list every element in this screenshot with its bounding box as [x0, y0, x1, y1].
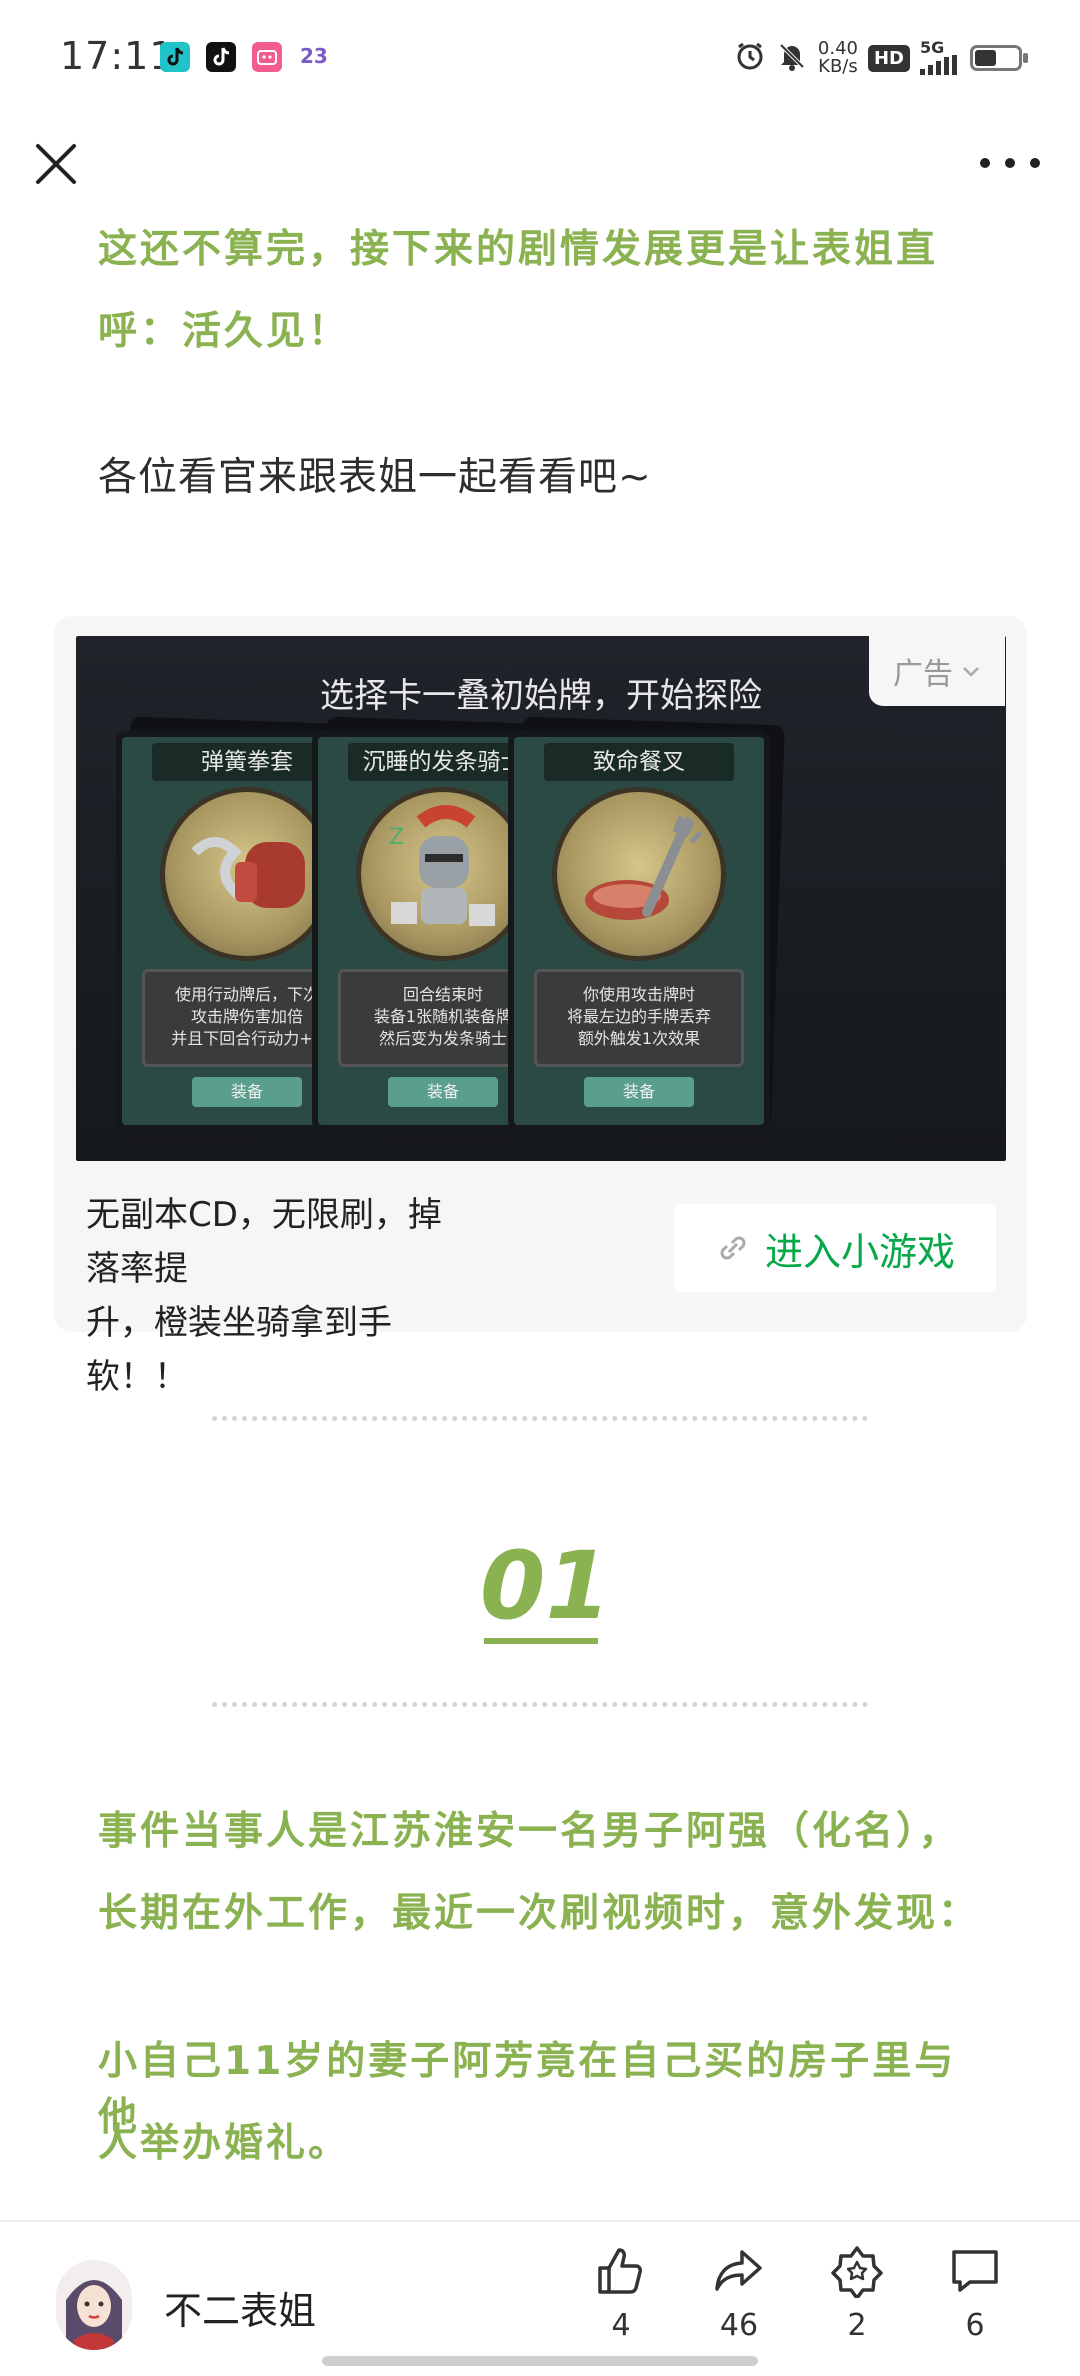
- ad-headline: 选择卡一叠初始牌，开始探险: [320, 676, 762, 716]
- intro-green-line-2: 呼：活久见！: [98, 309, 351, 354]
- ad-image[interactable]: 选择卡一叠初始牌，开始探险 弹簧拳套 使用行动牌后，下次 攻击牌伤害加倍 并且下…: [76, 636, 1006, 1161]
- section-number: 01: [480, 1532, 611, 1641]
- game-card-art: [160, 787, 334, 961]
- recommend-button[interactable]: 2: [812, 2244, 902, 2343]
- alarm-icon: [734, 40, 766, 76]
- ad-description-line: 升，橙装坐骑拿到手软！！: [86, 1303, 392, 1397]
- ad-tag-label: 广告: [893, 657, 953, 692]
- game-card-art: [552, 787, 726, 961]
- close-icon: [36, 144, 76, 184]
- paragraph-1-line-2: 长期在外工作，最近一次刷视频时，意外发现：: [98, 1891, 981, 1936]
- section-number-underline: [484, 1638, 598, 1644]
- tiktok-lite-icon: [160, 42, 190, 72]
- bottom-action-bar: 不二表姐 4 46 2 6: [0, 2220, 1080, 2376]
- fork-icon: [585, 815, 703, 920]
- intro-green-line-1: 这还不算完，接下来的剧情发展更是让表姐直: [98, 227, 939, 272]
- game-card-art: Z: [356, 787, 530, 961]
- game-card-desc-line: 你使用攻击牌时: [582, 985, 695, 1004]
- tiktok-icon: [206, 42, 236, 72]
- game-card-title: 致命餐叉: [544, 743, 734, 781]
- close-button[interactable]: [34, 142, 78, 186]
- game-card-desc-line: 额外触发1次效果: [577, 1029, 701, 1048]
- bilibili-icon: [252, 42, 282, 72]
- ad-card[interactable]: 选择卡一叠初始牌，开始探险 弹簧拳套 使用行动牌后，下次 攻击牌伤害加倍 并且下…: [54, 616, 1027, 1397]
- enter-minigame-button[interactable]: 进入小游戏: [674, 1204, 996, 1292]
- net-speed-unit: KB/s: [818, 56, 858, 77]
- battery-fill: [975, 50, 996, 66]
- game-card-equip-button[interactable]: 装备: [388, 1077, 498, 1107]
- section-divider-bottom: [212, 1702, 868, 1707]
- game-card-desc: 你使用攻击牌时 将最左边的手牌丢弃 额外触发1次效果: [534, 969, 744, 1067]
- game-card-front: 致命餐叉 你使用攻击牌时 将最左边的手牌丢弃 额外触发1次效果 装备: [508, 731, 770, 1131]
- ad-description[interactable]: 无副本CD，无限刷，掉落率提 升，橙装坐骑拿到手软！！: [86, 1188, 466, 1404]
- mute-icon: [776, 40, 808, 76]
- status-icons: 0.40 KB/s HD 5G: [734, 36, 1028, 80]
- comment-button[interactable]: 6: [930, 2244, 1020, 2343]
- comment-icon: [952, 2250, 998, 2292]
- comment-count: 6: [965, 2308, 985, 2343]
- link-icon: [720, 1236, 746, 1260]
- home-indicator[interactable]: [322, 2356, 758, 2366]
- status-time: 17:11: [60, 34, 175, 78]
- author-name[interactable]: 不二表姐: [164, 2280, 316, 2335]
- author-avatar[interactable]: [56, 2260, 132, 2350]
- ad-tag[interactable]: 广告: [869, 636, 1005, 706]
- more-button[interactable]: [980, 148, 1040, 178]
- knight-icon: Z: [389, 805, 495, 926]
- share-icon: [715, 2250, 762, 2291]
- network-type: 5G: [920, 38, 945, 57]
- status-bar: 17:11 23 0.40 KB/s HD 5G: [0, 0, 1080, 118]
- boxing-glove-icon: [191, 837, 305, 908]
- like-count: 4: [611, 2308, 631, 2343]
- top-nav-bar: [0, 118, 1080, 228]
- hd-badge: HD: [867, 44, 910, 72]
- chevron-down-icon: [963, 667, 979, 677]
- more-icon-dot: [980, 158, 990, 168]
- game-card: 致命餐叉 你使用攻击牌时 将最左边的手牌丢弃 额外触发1次效果 装备: [508, 716, 785, 1131]
- game-card-equip-button[interactable]: 装备: [192, 1077, 302, 1107]
- avatar-illustration: [56, 2260, 132, 2350]
- notification-badge: 23: [300, 44, 328, 68]
- net-speed: 0.40 KB/s: [818, 40, 858, 76]
- section-divider-top: [212, 1416, 868, 1421]
- more-icon-dot: [1005, 158, 1015, 168]
- enter-minigame-label: 进入小游戏: [764, 1229, 955, 1274]
- battery-icon: [970, 45, 1028, 71]
- share-button[interactable]: 46: [694, 2244, 784, 2343]
- game-card-desc-line: 将最左边的手牌丢弃: [566, 1007, 711, 1026]
- share-count: 46: [719, 2308, 759, 2343]
- ad-description-line: 无副本CD，无限刷，掉落率提: [86, 1195, 442, 1289]
- paragraph-1-line-1: 事件当事人是江苏淮安一名男子阿强（化名），: [98, 1809, 961, 1854]
- recommend-count: 2: [847, 2308, 867, 2343]
- signal-icon: 5G: [920, 38, 960, 75]
- recommend-icon: [831, 2246, 883, 2298]
- like-button[interactable]: 4: [576, 2244, 666, 2343]
- more-icon-dot: [1030, 158, 1040, 168]
- paragraph-2-line-2: 人举办婚礼。: [98, 2121, 351, 2166]
- game-card-equip-button[interactable]: 装备: [584, 1077, 694, 1107]
- invite-text: 各位看官来跟表姐一起看看吧~: [98, 455, 652, 500]
- svg-text:Z: Z: [389, 825, 404, 850]
- thumbs-up-icon: [598, 2248, 642, 2294]
